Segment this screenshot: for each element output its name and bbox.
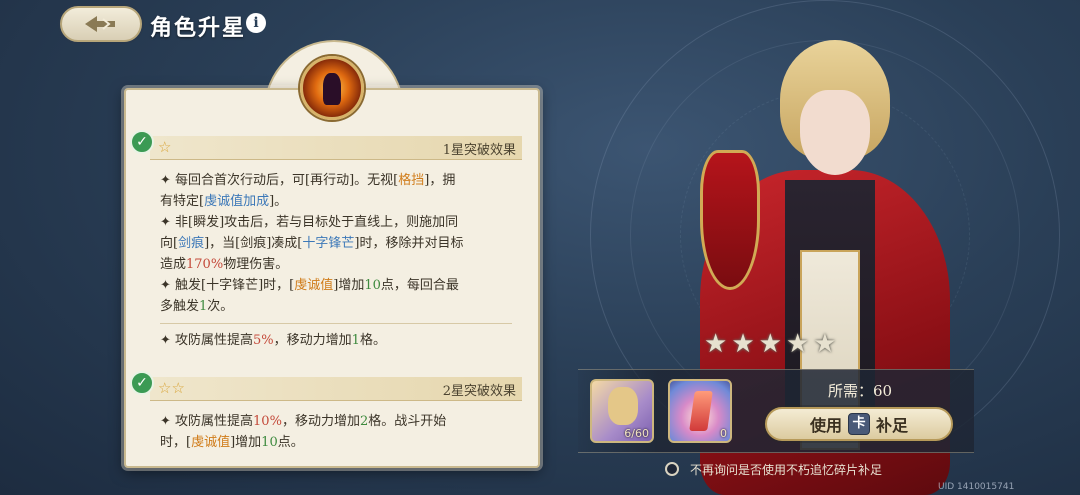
effect-text: ✦ 攻防属性提高10%，移动力增加2格。战斗开始 时，[虔诚值]增加10点。 [160, 411, 512, 453]
star-icon: ★ [758, 329, 782, 359]
back-arrow-icon [85, 16, 115, 32]
divider [160, 323, 512, 324]
effect-box-2star: ✦ 攻防属性提高10%，移动力增加2格。战斗开始 时，[虔诚值]增加10点。 [150, 405, 522, 459]
section-label: 1星突破效果 [442, 143, 516, 158]
upgrade-stars: ★ ★ ★ ★ ★ [704, 329, 837, 359]
star-icon: ★ [813, 329, 837, 359]
stat-bonus-line: ✦ 攻防属性提高5%，移动力增加1格。 [160, 330, 512, 351]
skill-emblem-icon [300, 56, 364, 120]
highlight-term: 10 [261, 435, 278, 450]
page-title: 角色升星 [150, 15, 247, 41]
dont-ask-checkbox[interactable] [665, 462, 679, 476]
star-icon: ☆ [158, 138, 172, 156]
info-icon[interactable]: i [246, 13, 266, 33]
button-label: 补足 [876, 416, 909, 435]
star-icon: ★ [731, 329, 755, 359]
highlight-term: 10% [253, 414, 282, 429]
uid-label: UID 1410015741 [938, 482, 1015, 492]
effect-box-1star: ✦ 每回合首次行动后，可[再行动]。无视[格挡]，拥 有特定[虔诚值加成]。 ✦ 非… [150, 164, 522, 357]
back-button[interactable] [60, 6, 142, 42]
required-amount: 所需：60 [828, 382, 893, 400]
effects-list[interactable]: ✓ ☆ 1星突破效果 ✦ 每回合首次行动后，可[再行动]。无视[格挡]，拥 有特定… [130, 130, 530, 459]
effect-line: 向[剑痕]，当[剑痕]凑成[十字锋芒]时，移除并对目标 [160, 236, 464, 251]
effect-line: ✦ 每回合首次行动后，可[再行动]。无视[格挡]，拥 [160, 173, 456, 188]
highlight-term: 格挡 [398, 173, 425, 188]
fragment-card-icon: 卡 [848, 413, 870, 435]
effect-line: 造成170%物理伤害。 [160, 257, 289, 272]
item-count: 0 [720, 427, 727, 440]
star-effects-panel: ✓ ☆ 1星突破效果 ✦ 每回合首次行动后，可[再行动]。无视[格挡]，拥 有特定… [124, 88, 540, 468]
item-count: 6/60 [624, 427, 649, 440]
highlight-term: 1 [351, 333, 360, 348]
memory-fragment-item[interactable]: 0 [668, 379, 732, 443]
highlight-term: 虔诚值 [294, 278, 334, 293]
effect-line: 多触发1次。 [160, 299, 234, 314]
highlight-term: 虔诚值 [191, 435, 231, 450]
highlight-term: 剑痕 [178, 236, 205, 251]
effect-line: 有特定[虔诚值加成]。 [160, 194, 288, 209]
star-icon: ☆☆ [158, 379, 185, 397]
star-icon: ★ [704, 329, 728, 359]
effect-line: ✦ 攻防属性提高5%，移动力增加1格。 [160, 333, 386, 348]
effect-line: 时，[虔诚值]增加10点。 [160, 435, 304, 450]
check-icon: ✓ [130, 371, 154, 395]
use-fill-button[interactable]: 使用 卡 补足 [765, 407, 953, 441]
section-header-1star: ✓ ☆ 1星突破效果 [130, 130, 522, 160]
highlight-term: 5% [253, 333, 274, 348]
character-face [800, 90, 870, 175]
section-label: 2星突破效果 [442, 384, 516, 399]
dont-ask-label: 不再询问是否使用不朽追忆碎片补足 [690, 463, 883, 477]
star-icon: ★ [785, 329, 810, 359]
highlight-term: 170% [186, 257, 224, 272]
highlight-term: 2 [359, 414, 369, 429]
effect-line: ✦ 非[瞬发]攻击后，若与目标处于直线上，则施加同 [160, 215, 459, 230]
section-header-2star: ✓ ☆☆ 2星突破效果 [130, 371, 522, 401]
character-shield [700, 150, 760, 290]
effect-line: ✦ 触发[十字锋芒]时，[虔诚值]增加10点，每回合最 [160, 278, 459, 293]
highlight-term: 十字锋芒 [302, 236, 355, 251]
check-icon: ✓ [130, 130, 154, 154]
button-label: 使用 [809, 416, 842, 435]
highlight-term: 10 [364, 278, 381, 293]
highlight-term: 虔诚值加成 [204, 194, 270, 209]
character-fragment-item[interactable]: 6/60 [590, 379, 654, 443]
effect-line: ✦ 攻防属性提高10%，移动力增加2格。战斗开始 [160, 414, 447, 429]
effect-text: ✦ 每回合首次行动后，可[再行动]。无视[格挡]，拥 有特定[虔诚值加成]。 ✦ 非… [160, 170, 512, 317]
